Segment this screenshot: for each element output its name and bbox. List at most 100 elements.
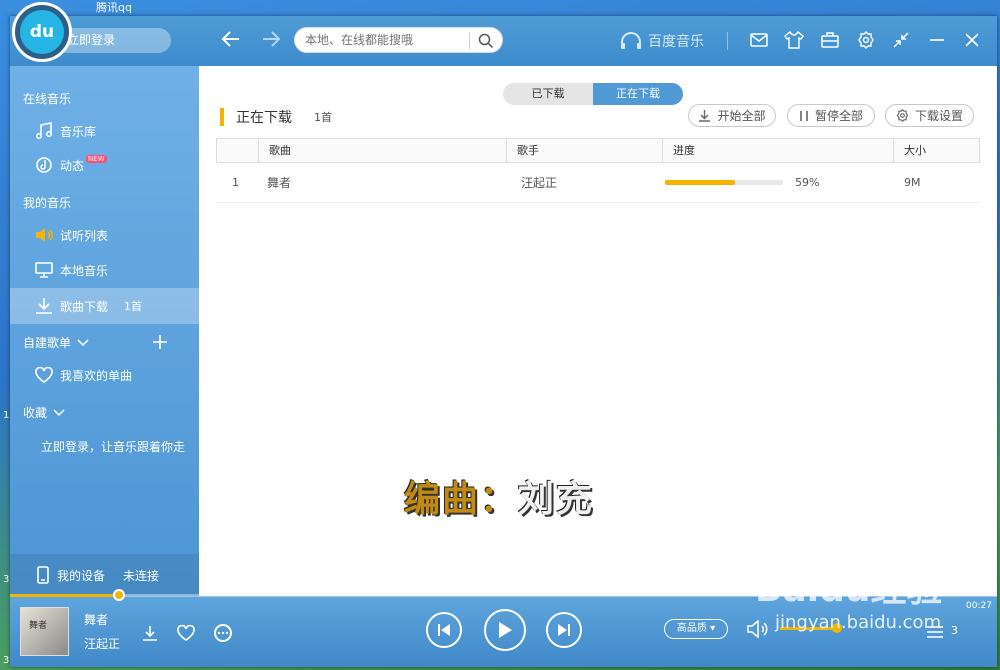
- table-header: 歌曲 歌手 进度 大小: [216, 138, 980, 163]
- app-logo[interactable]: du: [12, 2, 72, 62]
- playlists-header-label: 自建歌单: [23, 336, 72, 350]
- skin-icon[interactable]: [783, 29, 805, 51]
- chevron-down-icon: [77, 338, 89, 346]
- sidebar-item-downloads[interactable]: 歌曲下载 1首: [10, 288, 199, 324]
- pause-all-label: 暂停全部: [814, 109, 863, 123]
- download-icon: [699, 110, 711, 122]
- table-row[interactable]: 1 舞者 汪起正 59% 9M: [216, 163, 980, 203]
- sidebar-item-local-music[interactable]: 本地音乐: [10, 253, 199, 287]
- sidebar-item-label: 音乐库: [60, 124, 97, 139]
- quality-selector[interactable]: 高品质 ▾: [664, 619, 728, 639]
- download-settings-label: 下载设置: [914, 109, 963, 123]
- seek-handle[interactable]: [112, 589, 125, 601]
- mail-icon[interactable]: [748, 29, 770, 51]
- device-label: 我的设备: [57, 568, 106, 583]
- row-artist: 汪起正: [521, 176, 558, 190]
- desktop-edge-number: 3: [3, 574, 10, 585]
- sidebar-header-online: 在线音乐: [23, 92, 72, 106]
- sidebar-header-my-music: 我的音乐: [23, 196, 72, 210]
- download-count: 1首: [314, 111, 332, 124]
- sidebar-item-dynamics[interactable]: 动态 NEW: [10, 148, 199, 182]
- sidebar-item-trial-list[interactable]: 试听列表: [10, 218, 199, 252]
- play-time: 00:27: [966, 601, 992, 611]
- watermark-url: jingyan.baidu.com: [775, 612, 942, 633]
- forward-arrow-icon[interactable]: [260, 28, 282, 56]
- music-note-icon: [35, 122, 53, 140]
- sidebar-item-label: 我喜欢的单曲: [60, 368, 133, 383]
- toolbar-divider: [727, 32, 728, 50]
- album-cover[interactable]: 舞者: [20, 607, 69, 656]
- pause-all-button[interactable]: 暂停全部: [787, 104, 875, 127]
- queue-count: 3: [951, 624, 958, 637]
- back-arrow-icon[interactable]: [220, 28, 242, 56]
- device-status: 未连接: [123, 568, 160, 583]
- album-cover-text: 舞者: [29, 621, 48, 631]
- now-playing-artist[interactable]: 汪起正: [84, 635, 120, 652]
- row-size: 9M: [904, 176, 921, 189]
- search-input[interactable]: [305, 31, 465, 49]
- desktop-edge-number: 3: [3, 655, 10, 666]
- download-settings-button[interactable]: 下载设置: [885, 104, 974, 127]
- now-playing-song[interactable]: 舞者: [84, 611, 108, 628]
- sidebar-item-label: 本地音乐: [60, 263, 109, 278]
- download-table: 歌曲 歌手 进度 大小 1 舞者 汪起正 59% 9M: [216, 138, 980, 203]
- minimize-icon[interactable]: [926, 29, 948, 51]
- main-content: 已下载 正在下载 正在下载 1首 开始全部 暂停全部 下载设置 歌曲 歌手 进度…: [199, 66, 997, 596]
- play-icon[interactable]: [484, 609, 526, 651]
- toolbox-icon[interactable]: [819, 29, 841, 51]
- column-header-song[interactable]: 歌曲: [258, 139, 506, 162]
- login-prompt-link[interactable]: 立即登录，让音乐跟着你走: [41, 438, 185, 455]
- sidebar-header-playlists[interactable]: 自建歌单: [23, 334, 89, 351]
- start-all-button[interactable]: 开始全部: [688, 104, 776, 127]
- search-divider: [469, 33, 470, 49]
- brand-headphone-icon: [621, 32, 641, 49]
- tab-downloaded[interactable]: 已下载: [503, 83, 593, 105]
- sidebar-header-collections[interactable]: 收藏: [23, 404, 65, 421]
- previous-track-icon[interactable]: [426, 612, 462, 648]
- progress-label: 59%: [795, 176, 820, 189]
- video-subtitle: 编曲：刘充: [404, 470, 594, 522]
- sidebar: 在线音乐 音乐库 动态 NEW 我的音乐 试听列表 本地音乐 歌曲下载 1首 自…: [10, 66, 199, 596]
- start-all-label: 开始全部: [717, 109, 766, 123]
- watermark-logo: Baidu经验: [755, 569, 943, 610]
- dynamics-disc-icon: [36, 157, 52, 173]
- heart-icon[interactable]: [177, 625, 195, 641]
- row-index: 1: [232, 176, 239, 189]
- sidebar-item-favorites[interactable]: 我喜欢的单曲: [10, 358, 199, 392]
- sidebar-item-label: 动态: [60, 158, 85, 173]
- my-device-bar[interactable]: 我的设备 未连接: [10, 554, 199, 596]
- column-header-progress[interactable]: 进度: [662, 139, 893, 162]
- search-icon[interactable]: [477, 32, 495, 50]
- desktop-taskbar: 腾讯qq: [0, 0, 1000, 16]
- settings-icon[interactable]: [855, 29, 877, 51]
- volume-icon[interactable]: [747, 620, 769, 638]
- more-options-icon[interactable]: [214, 624, 232, 642]
- download-icon: [36, 298, 52, 314]
- subtitle-part-a: 编曲：: [404, 479, 519, 520]
- tab-downloading[interactable]: 正在下载: [593, 83, 683, 105]
- sidebar-item-music-library[interactable]: 音乐库: [10, 114, 199, 148]
- column-header-size[interactable]: 大小: [893, 139, 979, 162]
- pause-icon: [800, 110, 808, 121]
- add-playlist-icon[interactable]: [153, 334, 167, 353]
- collections-header-label: 收藏: [23, 406, 48, 420]
- brand-logo: 百度音乐: [619, 31, 704, 51]
- gear-icon: [896, 109, 909, 122]
- brand-name: 百度音乐: [648, 34, 704, 50]
- app-logo-mark: du: [20, 10, 64, 54]
- chevron-down-icon: [53, 408, 65, 416]
- monitor-icon: [35, 262, 53, 278]
- taskbar-item-qq[interactable]: 腾讯qq: [96, 1, 132, 14]
- page-title: 正在下载: [236, 110, 292, 126]
- close-icon[interactable]: [961, 29, 983, 51]
- search-box: [294, 27, 503, 53]
- sidebar-item-label: 试听列表: [60, 228, 109, 243]
- top-toolbar: 立即登录 百度音乐: [10, 16, 997, 66]
- progress-fill: [665, 180, 735, 185]
- column-header-artist[interactable]: 歌手: [506, 139, 662, 162]
- seek-fill: [10, 594, 119, 597]
- next-track-icon[interactable]: [546, 612, 582, 648]
- title-accent-bar: [220, 108, 224, 126]
- minimize-mode-icon[interactable]: [890, 29, 912, 51]
- download-icon[interactable]: [142, 625, 158, 641]
